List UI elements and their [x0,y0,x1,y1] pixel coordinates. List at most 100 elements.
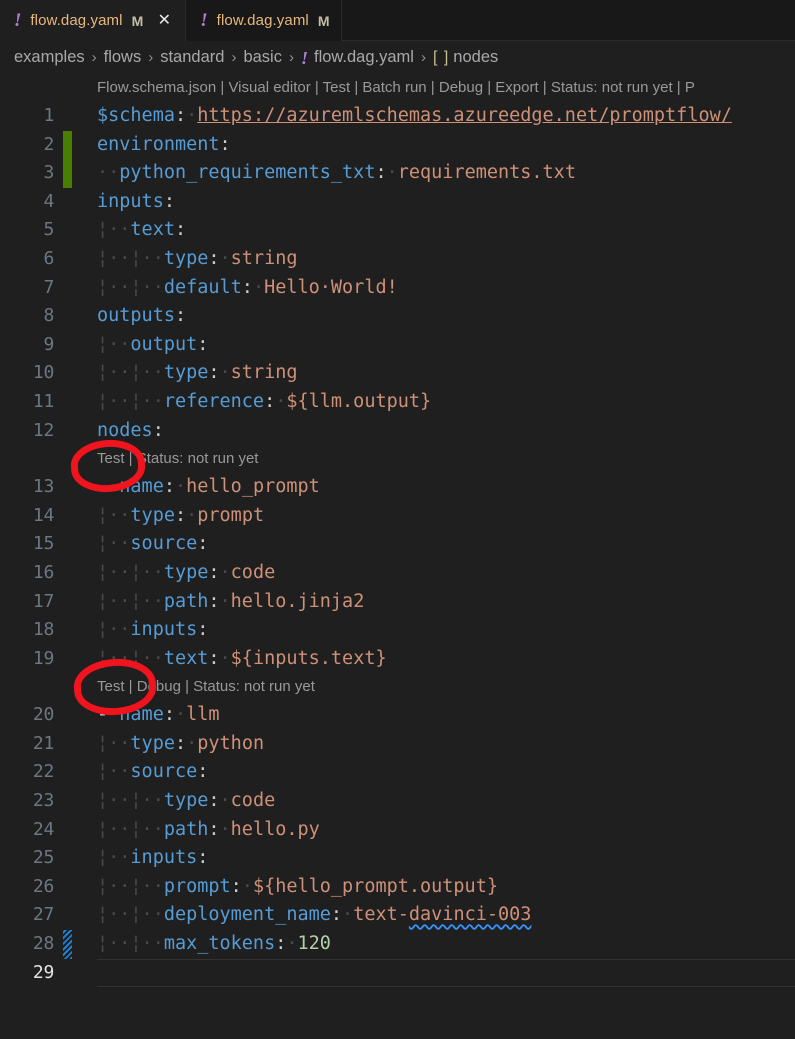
code-line-content[interactable]: nodes: [97,417,795,446]
code-line[interactable]: 14¦··type:·prompt [0,502,795,531]
gutter-blank [63,102,72,131]
code-token: deployment_name [164,904,331,925]
code-line[interactable]: 17¦··¦··path:·hello.jinja2 [0,588,795,617]
code-line[interactable]: 5¦··text: [0,216,795,245]
code-line[interactable]: 10¦··¦··type:·string [0,359,795,388]
code-line-content[interactable]: ¦··¦··path:·hello.jinja2 [97,588,795,617]
gutter-blank [63,844,72,873]
breadcrumb-item-flows[interactable]: flows [104,48,142,67]
codelens-file-actions[interactable]: Flow.schema.json | Visual editor | Test … [0,74,795,102]
code-token: : [175,305,186,326]
code-line[interactable]: 3··python_requirements_txt:·requirements… [0,159,795,188]
code-token: ¦·· [97,619,130,640]
code-line[interactable]: 25¦··inputs: [0,844,795,873]
gutter-blank [63,274,72,303]
breadcrumb: examples › flows › standard › basic › ! … [0,41,795,74]
code-line-content[interactable]: ¦··¦··type:·code [97,559,795,588]
code-line-content[interactable]: environment: [97,131,795,160]
code-line-content[interactable]: ¦··¦··max_tokens:·120 [97,930,795,959]
code-line[interactable]: 26¦··¦··prompt:·${hello_prompt.output} [0,873,795,902]
code-line-content[interactable] [97,959,795,988]
tab-bar-empty-space [342,0,795,40]
code-line[interactable]: 22¦··source: [0,758,795,787]
breadcrumb-item-symbol-nodes[interactable]: nodes [453,48,498,67]
code-token: ¦··¦·· [97,562,164,583]
code-line-content[interactable]: ¦··type:·python [97,730,795,759]
code-line[interactable]: 12nodes: [0,417,795,446]
code-token: : [197,761,208,782]
code-token: inputs [130,847,197,868]
code-line-content[interactable]: ¦··¦··type:·code [97,787,795,816]
code-token: environment [97,134,220,155]
code-line-content[interactable]: ¦··source: [97,758,795,787]
codelens-file-actions-label[interactable]: Flow.schema.json | Visual editor | Test … [97,74,695,102]
code-line-content[interactable]: $schema:·https://azuremlschemas.azureedg… [97,102,795,131]
code-line[interactable]: 13-·name:·hello_prompt [0,473,795,502]
code-editor[interactable]: Flow.schema.json | Visual editor | Test … [0,74,795,987]
editor-tab-flow-dag-yaml-active[interactable]: ! flow.dag.yaml M ✕ [0,0,186,41]
code-line-content[interactable]: inputs: [97,188,795,217]
gutter-blank [63,730,72,759]
code-line[interactable]: 15¦··source: [0,530,795,559]
chevron-right-icon: › [414,49,433,66]
codelens-node-actions-node1[interactable]: Test | Status: not run yet [0,445,795,473]
code-line-content[interactable]: ¦··source: [97,530,795,559]
code-line-content[interactable]: ¦··¦··path:·hello.py [97,816,795,845]
code-line[interactable]: 8outputs: [0,302,795,331]
codelens-node-actions-label[interactable]: Test | Status: not run yet [97,445,258,473]
breadcrumb-item-standard[interactable]: standard [160,48,224,67]
code-line[interactable]: 24¦··¦··path:·hello.py [0,816,795,845]
codelens-node-actions-node2[interactable]: Test | Debug | Status: not run yet [0,673,795,701]
code-line[interactable]: 1$schema:·https://azuremlschemas.azureed… [0,102,795,131]
code-line[interactable]: 20-·name:·llm [0,701,795,730]
code-line-content[interactable]: outputs: [97,302,795,331]
chevron-right-icon: › [282,49,301,66]
code-line-content[interactable]: ¦··¦··type:·string [97,245,795,274]
breadcrumb-item-file[interactable]: flow.dag.yaml [314,48,414,67]
code-token: : [164,476,175,497]
editor-tab-flow-dag-yaml-inactive[interactable]: ! flow.dag.yaml M [186,0,341,41]
code-line[interactable]: 21¦··type:·python [0,730,795,759]
code-token: · [342,904,353,925]
code-line[interactable]: 19¦··¦··text:·${inputs.text} [0,645,795,674]
code-line[interactable]: 23¦··¦··type:·code [0,787,795,816]
code-line-content[interactable]: ¦··text: [97,216,795,245]
gutter-blank [63,302,72,331]
code-line[interactable]: 11 ¦··¦··reference:·${llm.output} [0,388,795,417]
code-line-content[interactable]: ¦··¦··type:·string [97,359,795,388]
codelens-node-actions-label[interactable]: Test | Debug | Status: not run yet [97,673,315,701]
breadcrumb-item-basic[interactable]: basic [243,48,282,67]
code-line[interactable]: 7¦··¦··default:·Hello·World! [0,274,795,303]
code-line[interactable]: 29 [0,959,795,988]
code-line[interactable]: 2environment: [0,131,795,160]
code-line-content[interactable]: ¦··¦··prompt:·${hello_prompt.output} [97,873,795,902]
code-line[interactable]: 16¦··¦··type:·code [0,559,795,588]
code-token: · [220,790,231,811]
code-line[interactable]: 6¦··¦··type:·string [0,245,795,274]
code-line-content[interactable]: ¦··inputs: [97,616,795,645]
code-token: path [164,591,209,612]
code-line[interactable]: 27¦··¦··deployment_name:·text-davinci-00… [0,901,795,930]
code-line-content[interactable]: ··python_requirements_txt:·requirements.… [97,159,795,188]
code-line[interactable]: 18¦··inputs: [0,616,795,645]
code-line-content[interactable]: ¦··¦··text:·${inputs.text} [97,645,795,674]
code-token: inputs [130,619,197,640]
code-token: · [175,704,186,725]
code-token: llm [186,704,219,725]
code-line-content[interactable]: -·name:·hello_prompt [97,473,795,502]
code-line-content[interactable]: ¦··¦··reference:·${llm.output} [97,388,795,417]
line-number: 11 [0,388,63,417]
code-line-content[interactable]: ¦··¦··default:·Hello·World! [97,274,795,303]
code-line[interactable]: 9¦··output: [0,331,795,360]
breadcrumb-item-examples[interactable]: examples [14,48,85,67]
close-icon[interactable]: ✕ [154,13,174,29]
code-line-content[interactable]: -·name:·llm [97,701,795,730]
code-line[interactable]: 28¦··¦··max_tokens:·120 [0,930,795,959]
code-line-content[interactable]: ¦··output: [97,331,795,360]
code-line-content[interactable]: ¦··¦··deployment_name:·text-davinci-003 [97,901,795,930]
code-line[interactable]: 4inputs: [0,188,795,217]
code-line-content[interactable]: ¦··inputs: [97,844,795,873]
gutter-blank [63,331,72,360]
code-line-content[interactable]: ¦··type:·prompt [97,502,795,531]
code-token: · [387,162,398,183]
